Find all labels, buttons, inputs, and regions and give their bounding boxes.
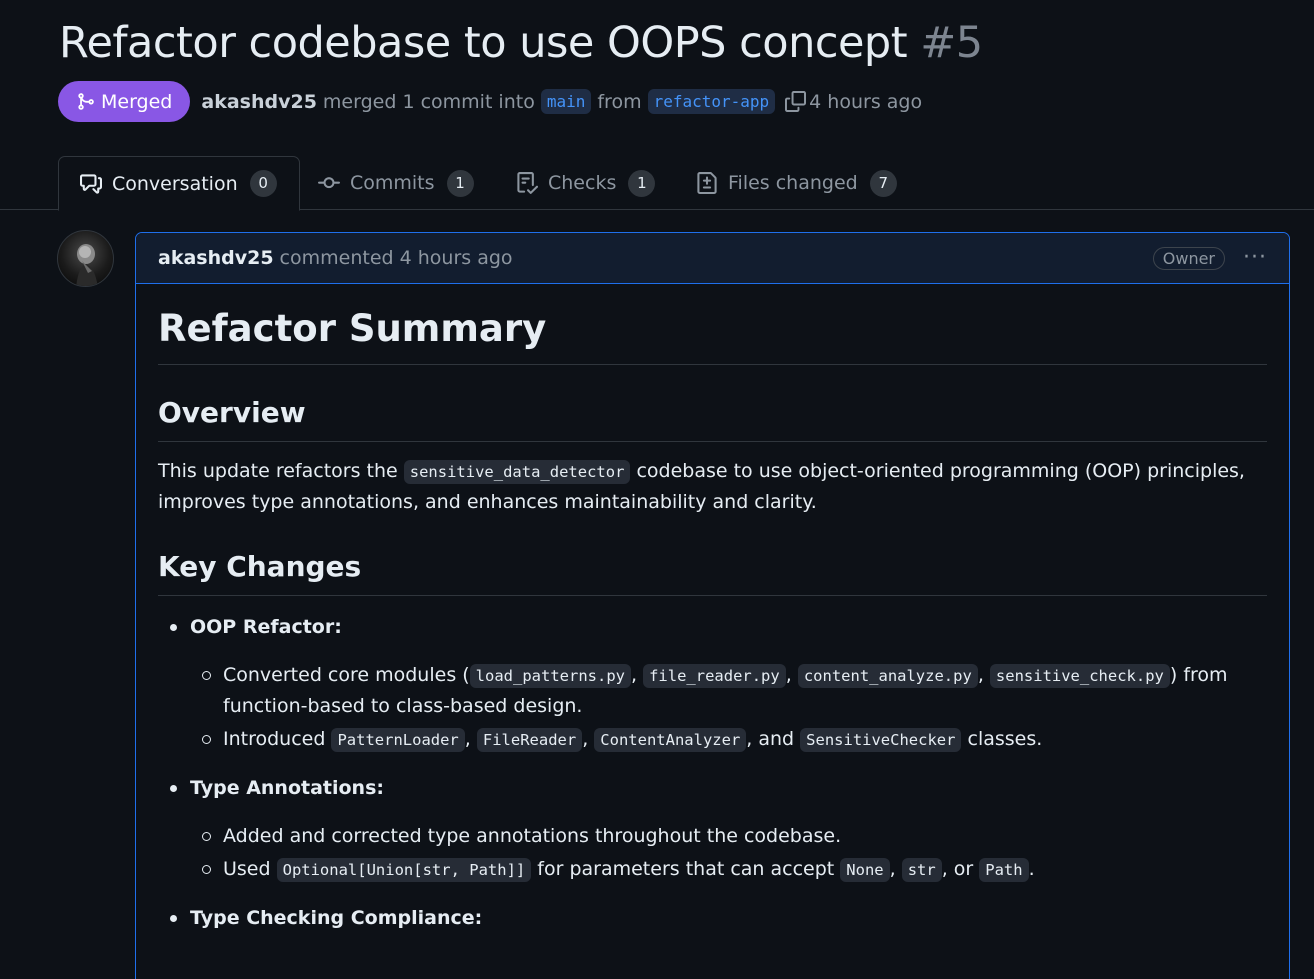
inline-code: PatternLoader [331, 728, 465, 752]
section-label-oop: OOP Refactor: [190, 616, 342, 638]
owner-badge: Owner [1152, 246, 1226, 270]
comment-action: commented 4 hours ago [279, 247, 513, 269]
pr-title: Refactor codebase to use OOPS concept #5 [59, 18, 983, 68]
tab-commits-label: Commits [350, 172, 435, 194]
pr-description-comment: akashdv25 commented 4 hours ago Owner ··… [135, 232, 1290, 979]
inline-code: sensitive_data_detector [403, 460, 631, 484]
inline-code: ContentAnalyzer [594, 728, 747, 752]
comment-discussion-icon [80, 173, 102, 195]
list-item: Type Checking Compliance: [170, 903, 1267, 933]
comment-header: akashdv25 commented 4 hours ago Owner ··… [136, 233, 1289, 284]
inline-code: None [840, 858, 890, 882]
section-label-type-annotations: Type Annotations: [190, 777, 384, 799]
head-branch-link[interactable]: refactor-app [647, 89, 776, 114]
inline-code: SensitiveChecker [800, 728, 962, 752]
comment-author-link[interactable]: akashdv25 [158, 247, 274, 269]
section-label-type-checking: Type Checking Compliance: [190, 907, 483, 929]
tab-checks-count: 1 [628, 169, 656, 197]
types-sublist: Added and corrected type annotations thr… [190, 821, 1267, 885]
avatar[interactable] [57, 230, 114, 287]
inline-code: Path [979, 858, 1029, 882]
pr-number: #5 [920, 18, 983, 68]
pr-tabs: Conversation 0 Commits 1 Checks 1 Files … [0, 156, 1314, 211]
list-item: Converted core modules (load_patterns.py… [202, 660, 1267, 721]
tab-files-changed-label: Files changed [728, 172, 858, 194]
inline-code: load_patterns.py [469, 664, 631, 688]
inline-code: file_reader.py [643, 664, 786, 688]
copy-icon[interactable] [785, 91, 807, 112]
heading-key-changes: Key Changes [158, 547, 1267, 596]
list-item: OOP Refactor: Converted core modules (lo… [170, 612, 1267, 755]
inline-code: Optional[Union[str, Path]] [276, 858, 532, 882]
merge-text: merged 1 commit into [322, 90, 535, 113]
tab-commits[interactable]: Commits 1 [318, 156, 474, 210]
list-item: Added and corrected type annotations thr… [202, 821, 1267, 851]
heading-refactor-summary: Refactor Summary [158, 304, 1267, 365]
inline-code: sensitive_check.py [989, 664, 1170, 688]
merged-status-label: Merged [101, 90, 173, 113]
tab-checks[interactable]: Checks 1 [516, 156, 656, 210]
overview-paragraph: This update refactors the sensitive_data… [158, 460, 1245, 513]
tab-commits-count: 1 [446, 169, 474, 197]
merged-status-badge: Merged [58, 81, 191, 122]
git-commit-icon [318, 172, 340, 194]
pr-meta: Merged akashdv25 merged 1 commit into ma… [58, 81, 922, 122]
list-item: Introduced PatternLoader, FileReader, Co… [202, 724, 1267, 755]
oop-sublist: Converted core modules (load_patterns.py… [190, 660, 1267, 755]
list-item: Type Annotations: Added and corrected ty… [170, 773, 1267, 885]
tab-conversation-count: 0 [249, 170, 277, 197]
base-branch-link[interactable]: main [540, 89, 592, 114]
git-merge-icon [76, 92, 95, 111]
inline-code: content_analyze.py [797, 664, 978, 688]
file-diff-icon [696, 172, 718, 194]
from-text: from [597, 90, 642, 113]
list-item: Used Optional[Union[str, Path]] for para… [202, 854, 1267, 885]
heading-overview: Overview [158, 393, 1267, 442]
tab-files-changed[interactable]: Files changed 7 [696, 156, 897, 210]
pr-author-link[interactable]: akashdv25 [201, 91, 317, 113]
pr-time: 4 hours ago [809, 90, 923, 113]
comment-body: Refactor Summary Overview This update re… [136, 284, 1289, 933]
tab-conversation[interactable]: Conversation 0 [58, 156, 300, 211]
pr-title-text: Refactor codebase to use OOPS concept [59, 18, 908, 68]
tab-checks-label: Checks [548, 172, 617, 194]
inline-code: str [901, 858, 942, 882]
tab-conversation-label: Conversation [112, 172, 238, 195]
tab-files-changed-count: 7 [869, 169, 897, 197]
inline-code: FileReader [476, 728, 583, 752]
key-changes-list: OOP Refactor: Converted core modules (lo… [158, 612, 1267, 933]
checklist-icon [516, 172, 538, 194]
kebab-menu-icon[interactable]: ··· [1243, 247, 1267, 269]
